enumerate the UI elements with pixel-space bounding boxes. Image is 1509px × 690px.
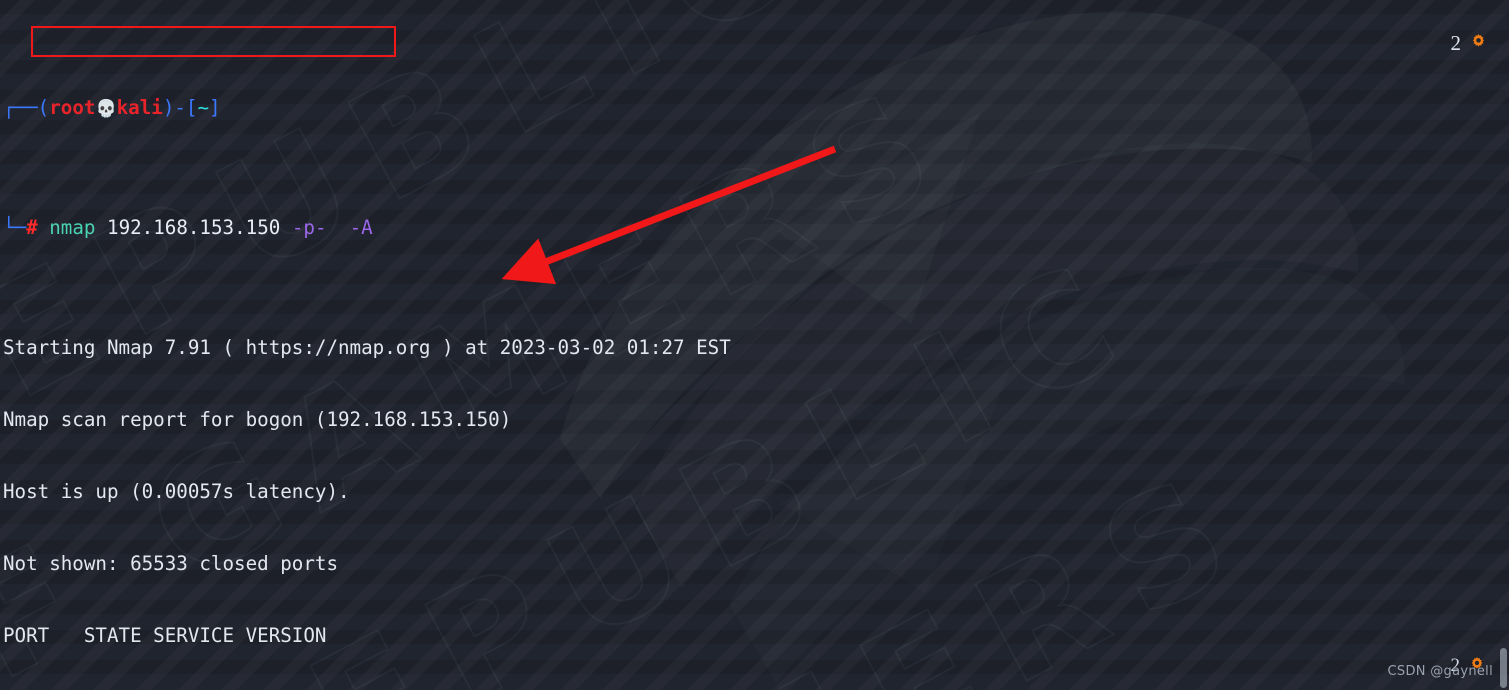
prompt-host: kali	[116, 96, 163, 119]
prompt-hash: #	[26, 216, 38, 239]
shell-command-line[interactable]: └─# nmap 192.168.153.150 -p- -A	[0, 216, 1509, 240]
command-target: 192.168.153.150	[107, 216, 281, 239]
prompt-elbow: └─	[3, 216, 27, 239]
output-line: PORT STATE SERVICE VERSION	[3, 624, 327, 647]
command-name: nmap	[49, 216, 96, 239]
prompt-bracket-close: ]	[209, 96, 221, 119]
prompt-path: ~	[197, 96, 210, 119]
output-line: Not shown: 65533 closed ports	[3, 552, 339, 575]
desktop: REPUBLIC OF GAMERS REPUBLIC OF GAMERS ┌─…	[0, 0, 1509, 690]
prompt-box-open: ┌──(	[3, 96, 50, 119]
prompt-user: root	[49, 96, 96, 119]
output-line: Host is up (0.00057s latency).	[3, 480, 350, 503]
notification-count: 2	[1450, 31, 1462, 55]
csdn-watermark: CSDN @gaynell	[1387, 664, 1493, 679]
output-line: Nmap scan report for bogon (192.168.153.…	[3, 408, 512, 431]
scrollbar-thumb[interactable]	[1500, 648, 1507, 688]
terminal-output[interactable]: ┌──(root💀kali)-[~] └─# nmap 192.168.153.…	[0, 0, 1509, 690]
command-flags: -p- -A	[291, 216, 373, 239]
gear-icon[interactable]	[1470, 33, 1487, 54]
output-line: Starting Nmap 7.91 ( https://nmap.org ) …	[3, 336, 731, 359]
skull-icon: 💀	[95, 99, 117, 119]
shell-prompt-top: ┌──(root💀kali)-[~]	[0, 96, 1509, 120]
prompt-box-close: )-[	[162, 96, 198, 119]
tray-top[interactable]: 2	[1451, 31, 1488, 56]
